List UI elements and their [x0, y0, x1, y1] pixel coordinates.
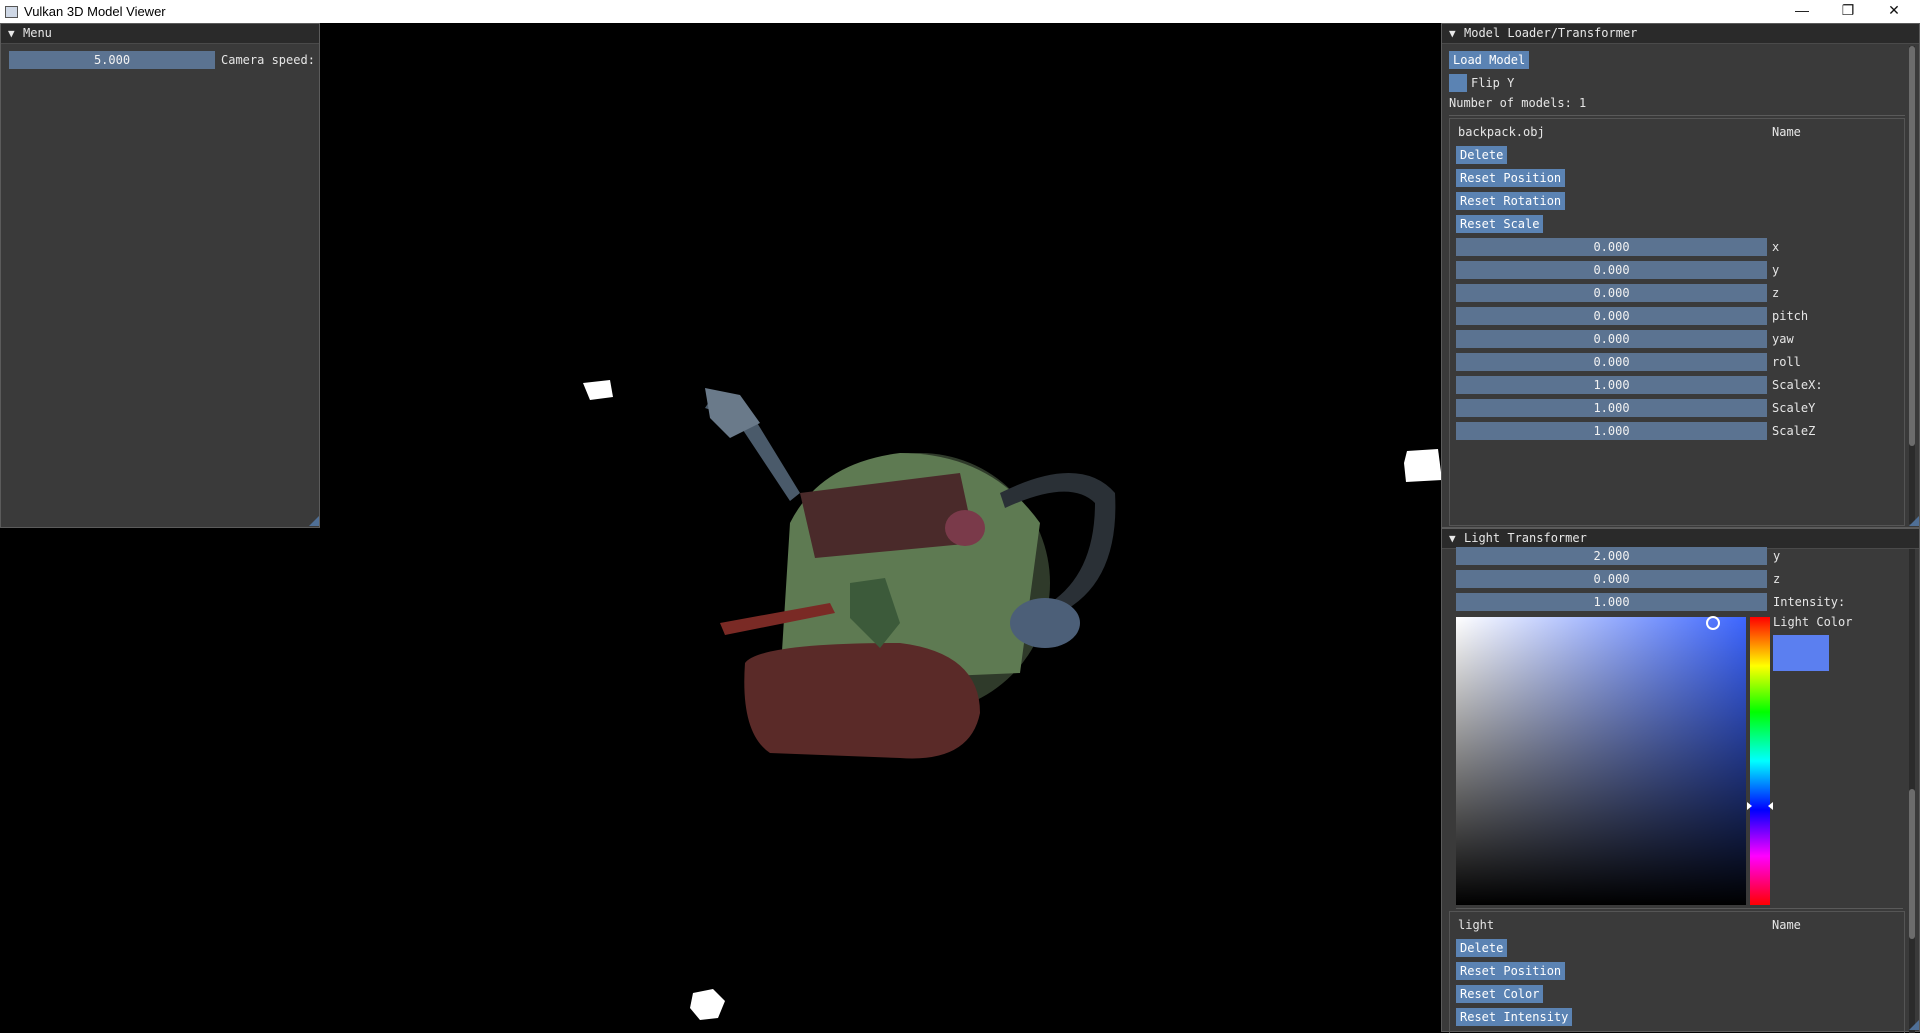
resize-grip-icon[interactable] — [309, 516, 319, 526]
separator — [1456, 908, 1903, 909]
model-name-text: backpack.obj — [1458, 125, 1545, 139]
delete-model-button[interactable]: Delete — [1456, 146, 1508, 164]
model-pitch-label: pitch — [1772, 309, 1809, 323]
collapse-triangle-icon[interactable]: ▼ — [1449, 529, 1456, 548]
model-z-label: z — [1772, 286, 1780, 300]
model-roll-slider[interactable]: 0.000 — [1456, 353, 1767, 371]
flip-y-checkbox[interactable] — [1449, 74, 1467, 92]
model-y-slider[interactable]: 0.000 — [1456, 261, 1767, 279]
menu-title: Menu — [23, 26, 52, 40]
light-color-swatch[interactable] — [1773, 635, 1829, 671]
model-loader-title-bar[interactable]: ▼ Model Loader/Transformer — [1442, 24, 1919, 44]
light-title: Light Transformer — [1464, 531, 1587, 545]
model-scalez-label: ScaleZ — [1772, 424, 1816, 438]
model-roll-label: roll — [1772, 355, 1801, 369]
reset-light-intensity-button[interactable]: Reset Intensity — [1456, 1008, 1573, 1026]
model-z-slider[interactable]: 0.000 — [1456, 284, 1767, 302]
hue-bar[interactable] — [1750, 617, 1770, 905]
model-scalex-label: ScaleX: — [1772, 378, 1823, 392]
delete-light-button[interactable]: Delete — [1456, 939, 1508, 957]
light-z-label: z — [1773, 572, 1781, 586]
light-intensity-slider[interactable]: 1.000 — [1456, 593, 1767, 611]
flip-y-label: Flip Y — [1471, 76, 1515, 90]
window-title-bar: Vulkan 3D Model Viewer — ❐ ✕ — [0, 0, 1920, 23]
collapse-triangle-icon[interactable]: ▼ — [1449, 24, 1456, 43]
camera-speed-label: Camera speed: — [221, 53, 315, 67]
model-x-slider[interactable]: 0.000 — [1456, 238, 1767, 256]
model-name-label: Name — [1772, 125, 1801, 139]
reset-position-button[interactable]: Reset Position — [1456, 169, 1566, 187]
model-loader-title: Model Loader/Transformer — [1464, 26, 1638, 40]
resize-grip-icon[interactable] — [1909, 516, 1919, 526]
app-icon — [5, 6, 18, 18]
light-y-slider[interactable]: 2.000 — [1456, 547, 1767, 565]
light-transformer-window[interactable]: ▼ Light Transformer 2.000 y 0.000 z 1.00… — [1441, 528, 1920, 1033]
model-yaw-slider[interactable]: 0.000 — [1456, 330, 1767, 348]
collapse-triangle-icon[interactable]: ▼ — [8, 24, 15, 43]
close-button[interactable]: ✕ — [1871, 0, 1917, 23]
hue-marker-right-icon — [1768, 802, 1773, 810]
model-count-text: Number of models: 1 — [1449, 96, 1587, 110]
reset-rotation-button[interactable]: Reset Rotation — [1456, 192, 1566, 210]
hue-marker-left-icon — [1747, 802, 1752, 810]
resize-grip-icon[interactable] — [1909, 1020, 1919, 1030]
light-scrollbar[interactable] — [1909, 549, 1915, 1033]
light-color-label: Light Color — [1773, 615, 1853, 629]
color-saturation-value-square[interactable] — [1456, 617, 1746, 905]
model-yaw-label: yaw — [1772, 332, 1794, 346]
backpack-model — [705, 388, 1116, 759]
light-cube — [583, 380, 613, 400]
color-picker-cursor-icon[interactable] — [1706, 616, 1720, 630]
light-y-label: y — [1773, 549, 1781, 563]
light-entry-panel: light Name Delete Reset Position Reset C… — [1449, 911, 1905, 1033]
light-intensity-label: Intensity: — [1773, 595, 1846, 609]
model-scalez-slider[interactable]: 1.000 — [1456, 422, 1767, 440]
minimize-button[interactable]: — — [1779, 0, 1825, 23]
model-entry-panel: backpack.obj Name Delete Reset Position … — [1449, 118, 1905, 526]
scrollbar-thumb[interactable] — [1909, 789, 1915, 939]
scrollbar-thumb[interactable] — [1909, 46, 1915, 446]
load-model-button[interactable]: Load Model — [1449, 51, 1530, 69]
light-z-slider[interactable]: 0.000 — [1456, 570, 1767, 588]
model-pitch-slider[interactable]: 0.000 — [1456, 307, 1767, 325]
light-cube — [690, 989, 725, 1020]
camera-speed-slider[interactable]: 5.000 — [9, 51, 215, 69]
model-loader-window[interactable]: ▼ Model Loader/Transformer Load Model Fl… — [1441, 23, 1920, 528]
model-loader-scrollbar[interactable] — [1909, 46, 1915, 524]
maximize-button[interactable]: ❐ — [1825, 0, 1871, 23]
window-title: Vulkan 3D Model Viewer — [24, 4, 166, 19]
light-cube — [1404, 449, 1442, 482]
model-scaley-label: ScaleY — [1772, 401, 1816, 415]
light-name-label: Name — [1772, 918, 1801, 932]
menu-title-bar[interactable]: ▼ Menu — [1, 24, 319, 44]
reset-light-color-button[interactable]: Reset Color — [1456, 985, 1544, 1003]
model-x-label: x — [1772, 240, 1780, 254]
model-scaley-slider[interactable]: 1.000 — [1456, 399, 1767, 417]
reset-light-position-button[interactable]: Reset Position — [1456, 962, 1566, 980]
model-y-label: y — [1772, 263, 1780, 277]
reset-scale-button[interactable]: Reset Scale — [1456, 215, 1544, 233]
model-scalex-slider[interactable]: 1.000 — [1456, 376, 1767, 394]
separator — [1449, 115, 1905, 116]
light-name-text: light — [1458, 918, 1495, 932]
menu-window[interactable]: ▼ Menu 5.000 Camera speed: — [0, 23, 320, 528]
light-title-bar[interactable]: ▼ Light Transformer — [1442, 529, 1919, 549]
